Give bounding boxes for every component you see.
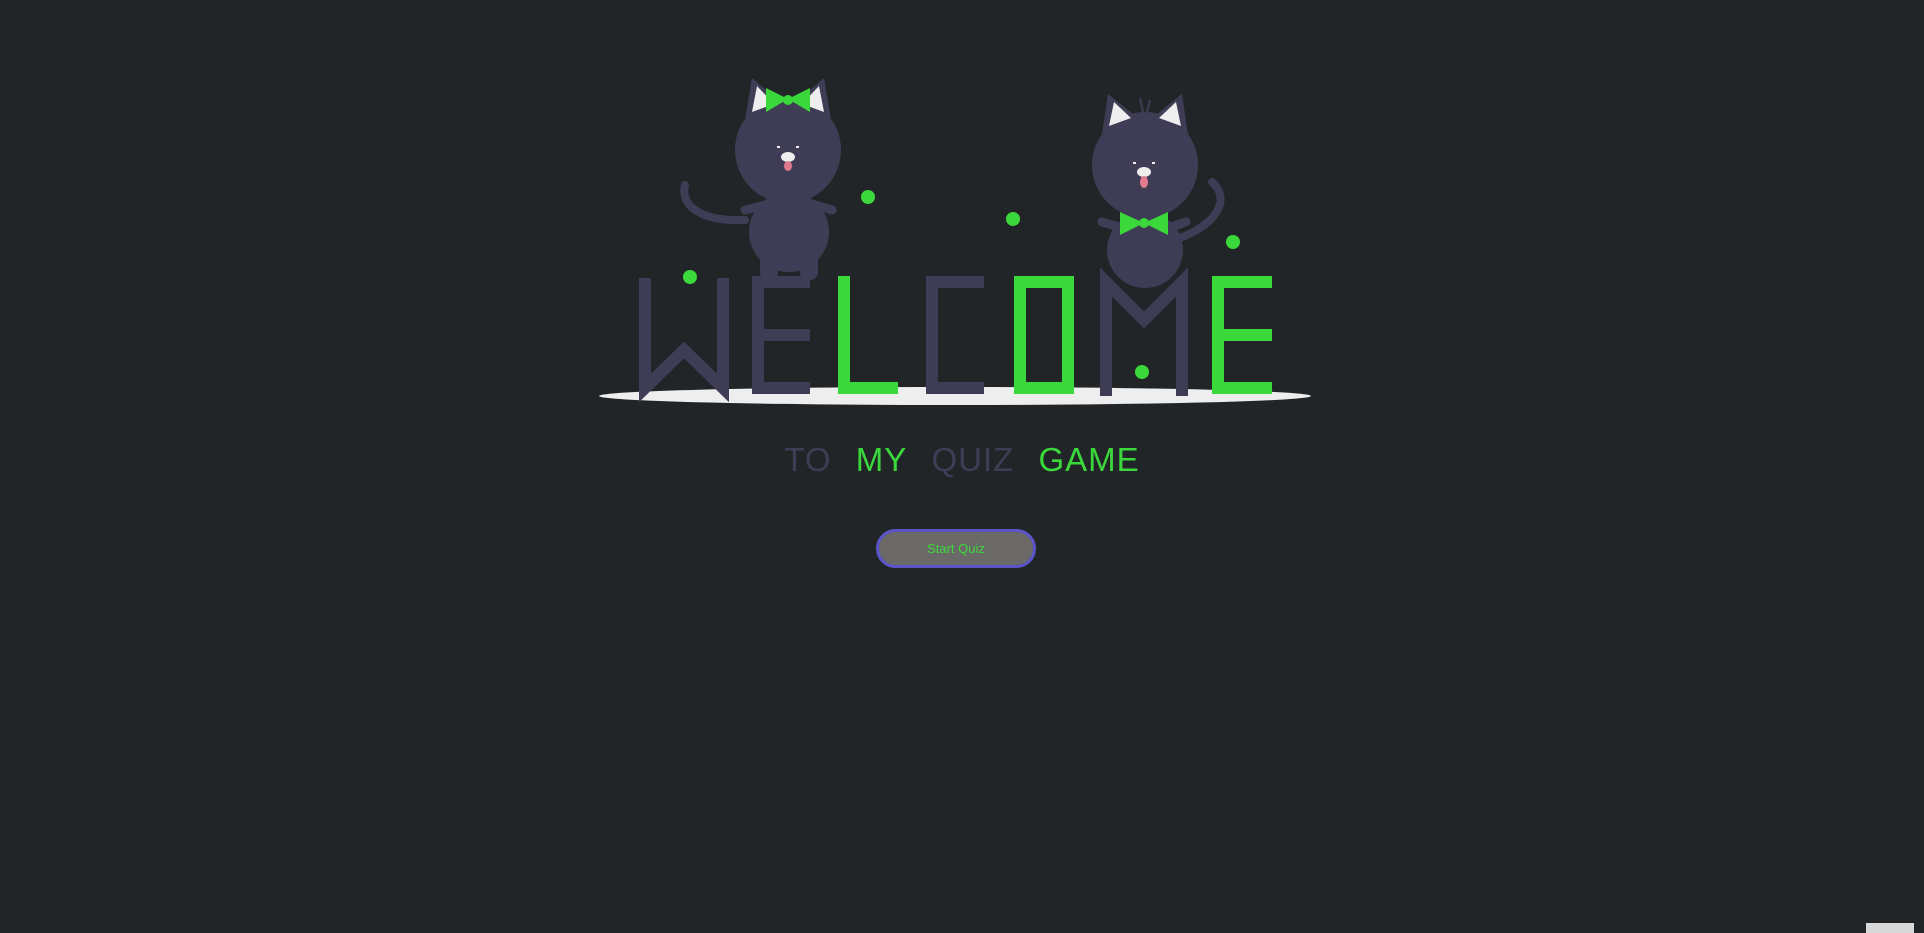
letter-l — [838, 276, 898, 394]
cat-with-green-bow-icon — [680, 78, 841, 280]
letter-w — [639, 278, 729, 403]
start-quiz-button[interactable]: Start Quiz — [876, 529, 1036, 568]
letter-c — [926, 276, 984, 394]
welcome-word — [639, 267, 1272, 403]
letter-e-1 — [752, 276, 810, 394]
letter-o — [1014, 276, 1074, 394]
welcome-illustration — [599, 78, 1311, 405]
subtitle-word-to: TO — [784, 441, 832, 478]
welcome-screen: TO MY QUIZ GAME Start Quiz — [0, 0, 1924, 933]
cat-with-green-bowtie-icon — [1092, 94, 1225, 288]
letter-m — [1100, 267, 1188, 396]
subtitle-word-my: MY — [855, 441, 908, 478]
subtitle-word-quiz: QUIZ — [931, 441, 1015, 478]
subtitle: TO MY QUIZ GAME — [0, 441, 1924, 479]
subtitle-word-game: GAME — [1038, 441, 1140, 478]
letter-e-2 — [1212, 276, 1272, 394]
corner-widget[interactable] — [1866, 923, 1914, 933]
